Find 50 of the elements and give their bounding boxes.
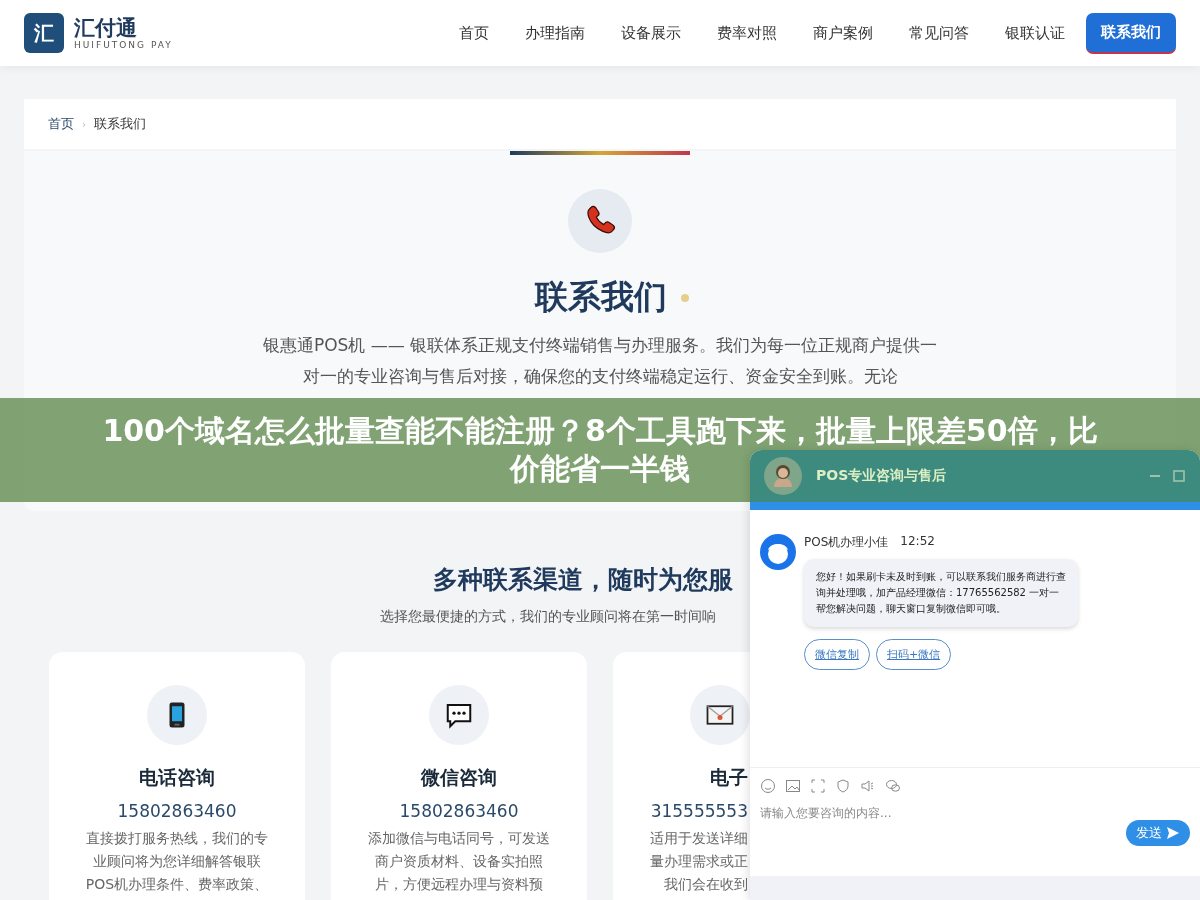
nav-link[interactable]: 常见问答 bbox=[894, 13, 984, 53]
nav-link[interactable]: 联系我们 bbox=[1086, 12, 1176, 54]
nav-link[interactable]: 费率对照 bbox=[702, 13, 792, 53]
quick-reply-button[interactable]: 扫码+微信 bbox=[876, 639, 952, 670]
brand-tagline: HUIFUTONG PAY bbox=[74, 40, 173, 50]
message-time: 12:52 bbox=[900, 534, 935, 550]
intro-paragraph: 银惠通POS机 —— 银联体系正规支付终端销售与办理服务。我们为每一位正规商户提供一对一的专业咨询与售后对接，确保您的支付终端稳定运行、资金安全到账。无论 bbox=[261, 334, 939, 388]
logo-icon[interactable]: 汇 bbox=[24, 13, 64, 53]
dot-icon bbox=[681, 293, 689, 302]
page-title: 联系我们 bbox=[535, 276, 667, 318]
quick-reply-button[interactable]: 微信复制 bbox=[804, 639, 870, 670]
nav-link[interactable]: 设备展示 bbox=[606, 13, 696, 53]
breadcrumb-item: 联系我们 bbox=[94, 115, 146, 133]
contact-number: 15802863460 bbox=[399, 801, 519, 821]
card-description: 直接拨打服务热线，我们的专 bbox=[86, 829, 268, 848]
chat-title: POS专业咨询与售后 bbox=[816, 467, 947, 485]
card-description: 添加微信与电话同号，可发送 bbox=[368, 829, 550, 848]
card-title: 电话咨询 bbox=[139, 765, 215, 790]
shield-icon[interactable] bbox=[835, 778, 851, 794]
card-description: POS机办理条件、费率政策、 bbox=[85, 875, 269, 894]
agent-avatar-icon bbox=[764, 457, 802, 495]
agent-avatar-icon bbox=[760, 534, 796, 570]
contact-number: 15802863460 bbox=[117, 801, 237, 821]
nav-link[interactable]: 首页 bbox=[444, 13, 504, 53]
nav-link[interactable]: 商户案例 bbox=[798, 13, 888, 53]
nav-link[interactable]: 银联认证 bbox=[990, 13, 1080, 53]
contact-number: 315555553 bbox=[650, 801, 748, 821]
breadcrumb-item[interactable]: 首页 bbox=[48, 115, 74, 133]
send-icon bbox=[1166, 826, 1180, 840]
section-title: 多种联系渠道，随时为您服 bbox=[433, 564, 733, 596]
maximize-icon[interactable] bbox=[1172, 469, 1186, 483]
nav-link[interactable]: 办理指南 bbox=[510, 13, 600, 53]
speaker-icon[interactable] bbox=[860, 778, 876, 794]
screenshot-icon[interactable] bbox=[810, 778, 826, 794]
card-description: 适用于发送详细 bbox=[650, 829, 748, 848]
card-description: 业顾问将为您详细解答银联 bbox=[93, 852, 261, 871]
card-title: 电子 bbox=[710, 765, 748, 790]
wechat-icon[interactable] bbox=[885, 778, 901, 794]
card-description: 片，方便远程办理与资料预 bbox=[375, 875, 543, 894]
card-description: 量办理需求或正 bbox=[650, 852, 748, 871]
card-description: 商户资质材料、设备实拍照 bbox=[375, 852, 543, 871]
brand-name: 汇付通 bbox=[74, 16, 138, 40]
card-description: 我们会在收到 bbox=[664, 875, 748, 894]
image-icon[interactable] bbox=[785, 778, 801, 794]
card-title: 微信咨询 bbox=[421, 765, 497, 790]
message-bubble: 您好！如果刷卡未及时到账，可以联系我们服务商进行查询并处理哦，加产品经理微信：17765562582 一对一帮您解决问题，聊天窗口复制微信即可哦。 bbox=[804, 559, 1078, 627]
emoji-icon[interactable] bbox=[760, 778, 776, 794]
breadcrumb-separator: › bbox=[82, 118, 86, 130]
agent-name: POS机办理小佳 bbox=[804, 534, 889, 551]
section-subtitle: 选择您最便捷的方式，我们的专业顾问将在第一时间响 bbox=[380, 608, 716, 626]
